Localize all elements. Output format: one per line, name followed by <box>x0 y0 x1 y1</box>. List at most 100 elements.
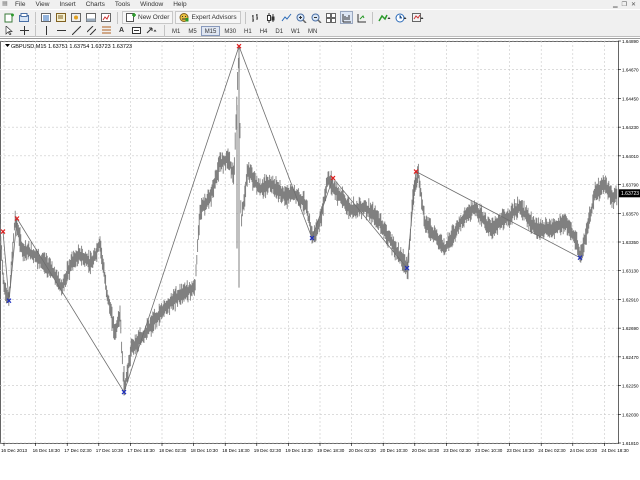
crosshair-icon[interactable] <box>18 24 31 37</box>
chart-shift-icon[interactable] <box>339 11 353 24</box>
time-tick-label: 17 Dec 18:30 <box>127 448 155 453</box>
price-tick-label: 1.62690 <box>622 326 639 331</box>
price-bars <box>0 57 618 396</box>
close-icon[interactable]: ✕ <box>631 1 636 8</box>
menu-bar: ▦ File View Insert Charts Tools Window H… <box>0 0 640 9</box>
price-tick-label: 1.62470 <box>622 355 639 360</box>
arrows-icon[interactable] <box>145 24 160 37</box>
time-tick-label: 17 Dec 02:30 <box>64 448 92 453</box>
time-tick-label: 18 Dec 10:30 <box>191 448 219 453</box>
timeframe-h4[interactable]: H4 <box>256 26 272 36</box>
price-tick-label: 1.63790 <box>622 183 639 188</box>
time-tick-label: 20 Dec 02:30 <box>349 448 377 453</box>
timeframe-d1[interactable]: D1 <box>271 26 287 36</box>
menu-file[interactable]: File <box>10 0 30 9</box>
chart-window[interactable]: 1.64890 1.64670 1.64450 1.64230 1.64010 1.637… <box>0 38 640 480</box>
indicators-icon[interactable] <box>377 11 392 24</box>
current-price-label: 1.63723 <box>621 191 639 197</box>
price-tick-label: 1.63570 <box>622 211 639 216</box>
navigator-icon[interactable] <box>70 11 83 24</box>
timeframe-m5[interactable]: M5 <box>184 26 200 36</box>
price-tick-label: 1.64670 <box>622 68 639 73</box>
candlesticks-icon[interactable] <box>265 11 278 24</box>
auto-scroll-icon[interactable] <box>355 11 368 24</box>
standard-toolbar: New Order Expert Advisors <box>0 9 640 25</box>
timeframe-h1[interactable]: H1 <box>240 26 256 36</box>
vertical-line-icon[interactable] <box>40 24 53 37</box>
market-watch-icon[interactable] <box>40 11 53 24</box>
price-tick-label: 1.64010 <box>622 154 639 159</box>
tile-windows-icon[interactable] <box>325 11 338 24</box>
text-icon[interactable]: A <box>115 24 128 37</box>
price-axis: 1.64890 1.64670 1.64450 1.64230 1.64010 1.637… <box>618 39 639 446</box>
menu-help[interactable]: Help <box>168 0 191 9</box>
expert-advisors-icon <box>179 13 189 22</box>
time-tick-label: 16 Dec 18:30 <box>33 448 61 453</box>
minimize-icon[interactable]: ▁ <box>613 1 618 8</box>
time-tick-label: 19 Dec 10:30 <box>285 448 313 453</box>
timeframe-m15[interactable]: M15 <box>200 25 221 36</box>
zoom-out-icon[interactable] <box>310 11 323 24</box>
price-tick-label: 1.64450 <box>622 96 639 101</box>
price-tick-label: 1.62250 <box>622 384 639 389</box>
restore-icon[interactable]: ❐ <box>622 1 627 8</box>
zoom-in-icon[interactable] <box>295 11 308 24</box>
terminal-icon[interactable] <box>85 11 98 24</box>
price-tick-label: 1.62910 <box>622 297 639 302</box>
time-tick-label: 18 Dec 18:30 <box>222 448 250 453</box>
expert-advisors-label: Expert Advisors <box>191 14 237 21</box>
time-tick-label: 19 Dec 18:30 <box>317 448 345 453</box>
price-tick-label: 1.63350 <box>622 240 639 245</box>
time-tick-label: 23 Dec 02:30 <box>443 448 471 453</box>
chart-grid <box>0 40 619 444</box>
menu-charts[interactable]: Charts <box>81 0 110 9</box>
time-tick-label: 17 Dec 10:30 <box>96 448 124 453</box>
time-tick-label: 18 Dec 02:30 <box>159 448 187 453</box>
new-order-button[interactable]: New Order <box>122 11 174 24</box>
periods-icon[interactable] <box>394 11 409 24</box>
data-window-icon[interactable] <box>55 11 68 24</box>
new-chart-icon[interactable] <box>3 11 16 24</box>
timeframe-m30[interactable]: M30 <box>220 26 240 36</box>
price-tick-label: 1.63130 <box>622 269 639 274</box>
toolbar-separator <box>244 11 246 24</box>
time-tick-label: 16 Dec 2013 <box>1 448 27 453</box>
terminal-window: ▦ File View Insert Charts Tools Window H… <box>0 0 640 480</box>
profiles-icon[interactable] <box>18 11 31 24</box>
price-tick-label: 1.64890 <box>622 39 639 44</box>
price-chart[interactable]: 1.64890 1.64670 1.64450 1.64230 1.64010 1.637… <box>0 39 640 480</box>
chart-header-text: GBPUSD,M15 1.63751 1.63754 1.63723 1.637… <box>11 44 132 50</box>
menu-insert[interactable]: Insert <box>54 0 80 9</box>
text-label-icon[interactable] <box>130 24 143 37</box>
plot-frame <box>0 41 619 444</box>
templates-icon[interactable] <box>411 11 426 24</box>
time-tick-label: 23 Dec 18:30 <box>507 448 535 453</box>
menu-window[interactable]: Window <box>135 0 168 9</box>
trendline-icon[interactable] <box>70 24 83 37</box>
bar-chart-icon[interactable] <box>250 11 263 24</box>
cursor-icon[interactable] <box>3 24 16 37</box>
time-tick-label: 20 Dec 18:30 <box>412 448 440 453</box>
timeframe-m1[interactable]: M1 <box>168 26 184 36</box>
expert-advisors-button[interactable]: Expert Advisors <box>175 11 241 24</box>
timeframe-mn[interactable]: MN <box>304 26 321 36</box>
equidistant-channel-icon[interactable] <box>85 24 98 37</box>
time-axis: 16 Dec 2013 16 Dec 18:30 17 Dec 02:30 17 De… <box>1 443 629 453</box>
line-chart-icon[interactable] <box>280 11 293 24</box>
time-tick-label: 20 Dec 10:30 <box>380 448 408 453</box>
horizontal-line-icon[interactable] <box>55 24 68 37</box>
time-tick-label: 23 Dec 10:30 <box>475 448 503 453</box>
strategy-tester-icon[interactable] <box>100 11 113 24</box>
price-tick-label: 1.61810 <box>622 441 639 446</box>
timeframe-w1[interactable]: W1 <box>287 26 304 36</box>
new-order-label: New Order <box>138 14 170 21</box>
toolbar-separator <box>35 11 36 24</box>
price-tick-label: 1.62030 <box>622 412 639 417</box>
fibonacci-icon[interactable] <box>100 24 113 37</box>
menu-tools[interactable]: Tools <box>110 0 135 9</box>
menu-view[interactable]: View <box>30 0 54 9</box>
app-grip-icon: ▦ <box>2 1 8 7</box>
window-controls: ▁ ❐ ✕ <box>613 1 640 8</box>
current-price-tag: 1.63723 <box>619 189 640 198</box>
zigzag-line <box>2 45 581 394</box>
